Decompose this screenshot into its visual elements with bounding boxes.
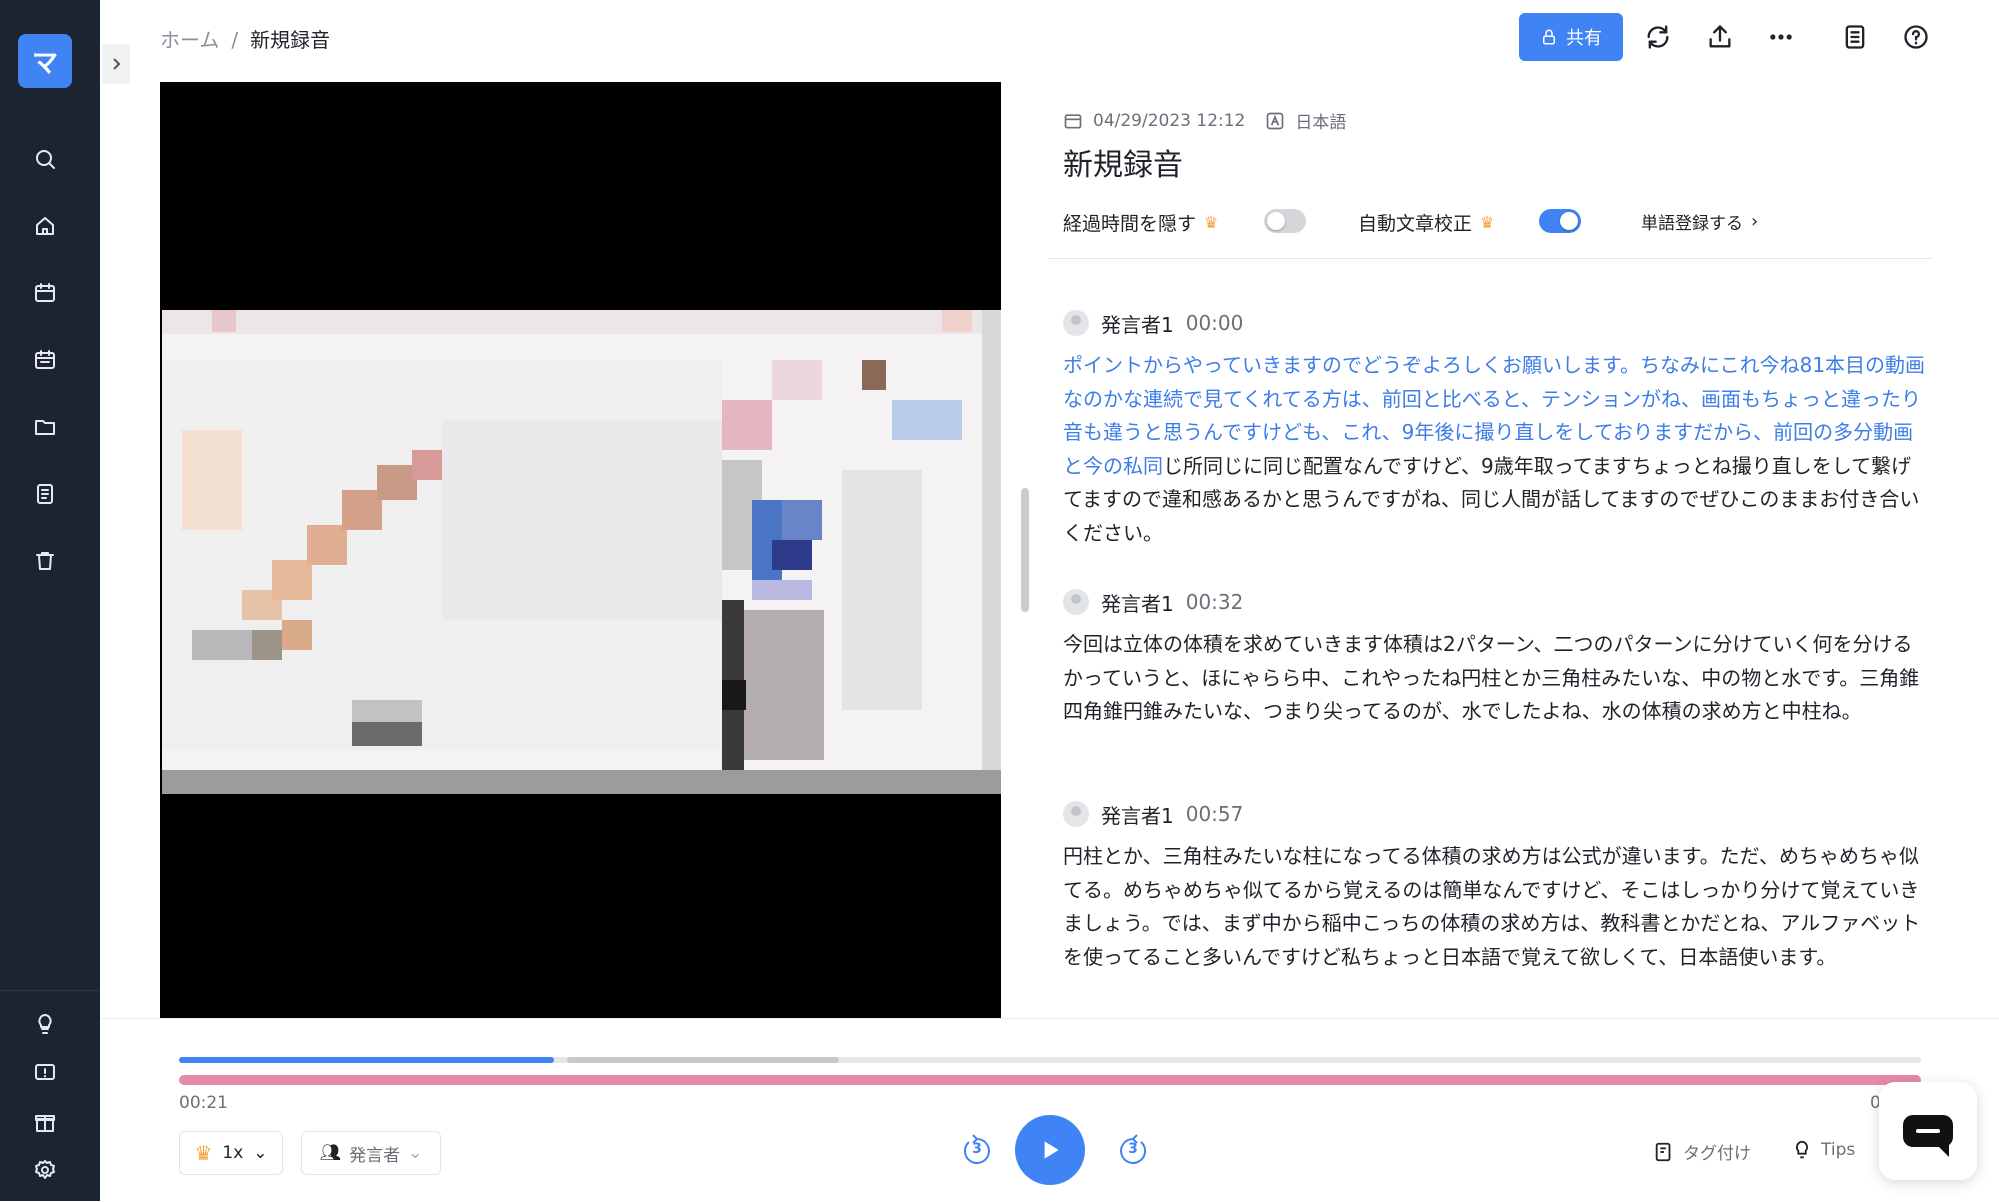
toggle-knob [1560, 212, 1578, 230]
segment-time[interactable]: 00:57 [1186, 802, 1244, 826]
breadcrumb-home[interactable]: ホーム [160, 28, 219, 52]
tips-button[interactable]: Tips [1791, 1139, 1855, 1161]
folder-icon[interactable] [30, 412, 60, 442]
speaker-name[interactable]: 発言者1 [1101, 588, 1174, 617]
calendar-icon[interactable] [30, 345, 60, 375]
export-icon[interactable] [1703, 20, 1737, 54]
segment-text[interactable]: ポイントからやっていきますのでどうぞよろしくお願いします。ちなみにこれ今ね81本… [1063, 349, 1929, 550]
transcript-segment[interactable]: 発言者1 00:57 円柱とか、三角柱みたいな柱になってる体積の求め方は公式が違… [1063, 798, 1929, 974]
calendar-edit-icon[interactable] [30, 278, 60, 308]
recording-language[interactable]: 日本語 [1295, 108, 1346, 133]
feedback-icon[interactable] [30, 1058, 60, 1088]
progress-buffered [567, 1057, 839, 1063]
app-logo[interactable]: マ [18, 34, 72, 88]
play-icon [1044, 1141, 1059, 1159]
transcript-options: 経過時間を隠す ♛ 自動文章校正 ♛ 単語登録する › [1063, 205, 1933, 239]
document-icon[interactable] [30, 479, 60, 509]
speaker-avatar [1063, 589, 1089, 615]
segment-time[interactable]: 00:00 [1186, 311, 1244, 335]
chevron-down-icon: ⌄ [253, 1143, 268, 1163]
header-divider [1048, 258, 1932, 259]
recording-title[interactable]: 新規録音 [1063, 140, 1183, 184]
logo-glyph: マ [31, 48, 58, 79]
premium-crown-icon: ♛ [194, 1141, 213, 1165]
hide-elapsed-toggle[interactable] [1264, 209, 1306, 233]
lock-icon [1543, 29, 1555, 45]
recording-meta: 04/29/2023 12:12 日本語 [1063, 108, 1346, 133]
playback-speed-select[interactable]: ♛ 1x ⌄ [179, 1131, 283, 1175]
breadcrumb: ホーム / 新規録音 [160, 24, 330, 53]
video-player[interactable] [160, 82, 1001, 1018]
auto-correct-option: 自動文章校正 ♛ [1358, 209, 1494, 236]
home-icon[interactable] [30, 211, 60, 241]
transcript-segment[interactable]: 発言者1 00:32 今回は立体の体積を求めていきます体積は2パターン、二つのパ… [1063, 586, 1929, 729]
current-time: 00:21 [179, 1093, 228, 1113]
hide-elapsed-label: 経過時間を隠す [1063, 213, 1197, 235]
language-icon [1267, 112, 1284, 129]
help-icon[interactable] [1899, 20, 1933, 54]
calendar-icon [1064, 113, 1082, 128]
lightbulb-icon[interactable] [30, 1009, 60, 1039]
toggle-knob [1267, 212, 1285, 230]
chevron-down-icon: ⌄ [408, 1143, 423, 1163]
auto-correct-label: 自動文章校正 [1358, 213, 1473, 235]
chat-icon [1903, 1115, 1953, 1147]
word-register-label: 単語登録する [1641, 214, 1743, 234]
share-label: 共有 [1566, 28, 1602, 49]
segment-text-unplayed: 今回は立体の体積を求めていきます体積は2パターン、二つのパターンに分けていく何を… [1063, 632, 1920, 723]
search-icon[interactable] [30, 144, 60, 174]
tag-icon [1655, 1142, 1671, 1161]
transcript-segment[interactable]: 発言者1 00:00 ポイントからやっていきますのでどうぞよろしくお願いします。… [1063, 307, 1929, 550]
segment-text-unplayed: じ所同じに同じ配置なんですけど、9歳年取ってますちょっとね撮り直しをして繋げてま… [1063, 453, 1920, 545]
sidebar: マ [0, 0, 100, 1201]
speed-value: 1x [222, 1143, 244, 1163]
lightbulb-icon [1796, 1140, 1808, 1159]
people-icon: 👥︎ [319, 1143, 342, 1163]
speaker-timeline[interactable] [179, 1075, 1921, 1085]
skip-forward-seconds: 3 [1128, 1141, 1138, 1157]
play-button[interactable] [1015, 1115, 1085, 1185]
chevron-right-icon: › [1751, 211, 1759, 232]
playback-bar: 00:21 0 ♛ 1x ⌄ 👥︎ 発言者 ⌄ 3 3 タグ付け Tips [100, 1018, 1999, 1202]
speaker-name[interactable]: 発言者1 [1101, 309, 1174, 338]
speaker-filter-label: 発言者 [349, 1145, 401, 1166]
trash-icon[interactable] [30, 546, 60, 576]
breadcrumb-current: 新規録音 [250, 28, 331, 52]
speaker-avatar [1063, 801, 1089, 827]
auto-correct-toggle[interactable] [1539, 209, 1581, 233]
sidebar-divider [0, 990, 100, 991]
segment-text[interactable]: 今回は立体の体積を求めていきます体積は2パターン、二つのパターンに分けていく何を… [1063, 628, 1929, 729]
share-button[interactable]: 共有 [1519, 13, 1623, 61]
hide-elapsed-option: 経過時間を隠す ♛ [1063, 209, 1218, 236]
video-scrollbar[interactable] [1021, 488, 1029, 612]
settings-icon[interactable] [30, 1155, 60, 1185]
notes-icon[interactable] [1838, 20, 1872, 54]
speaker-name[interactable]: 発言者1 [1101, 800, 1174, 829]
video-frame-pixelated [162, 310, 1001, 794]
tips-label: Tips [1821, 1140, 1856, 1160]
tag-label: タグ付け [1683, 1144, 1751, 1164]
skip-forward-button[interactable]: 3 [1115, 1133, 1151, 1169]
sidebar-expand-button[interactable] [102, 44, 130, 84]
segment-time[interactable]: 00:32 [1186, 590, 1244, 614]
premium-crown-icon: ♛ [1204, 213, 1219, 232]
breadcrumb-separator: / [231, 28, 239, 52]
chevron-right-icon [113, 58, 121, 70]
speaker-avatar [1063, 310, 1089, 336]
refresh-icon[interactable] [1641, 20, 1675, 54]
skip-back-seconds: 3 [972, 1141, 982, 1157]
skip-back-button[interactable]: 3 [959, 1133, 995, 1169]
tag-button[interactable]: タグ付け [1653, 1139, 1751, 1164]
gift-icon[interactable] [30, 1107, 60, 1137]
recording-datetime: 04/29/2023 12:12 [1093, 110, 1246, 131]
speaker-filter-select[interactable]: 👥︎ 発言者 ⌄ [301, 1131, 441, 1175]
premium-crown-icon: ♛ [1480, 213, 1495, 232]
chat-support-button[interactable] [1879, 1082, 1977, 1180]
progress-fill [179, 1057, 554, 1063]
segment-text-unplayed: 円柱とか、三角柱みたいな柱になってる体積の求め方は公式が違います。ただ、めちゃめ… [1063, 844, 1921, 969]
word-register-link[interactable]: 単語登録する › [1641, 209, 1758, 234]
segment-text[interactable]: 円柱とか、三角柱みたいな柱になってる体積の求め方は公式が違います。ただ、めちゃめ… [1063, 840, 1929, 974]
more-icon[interactable] [1764, 20, 1798, 54]
